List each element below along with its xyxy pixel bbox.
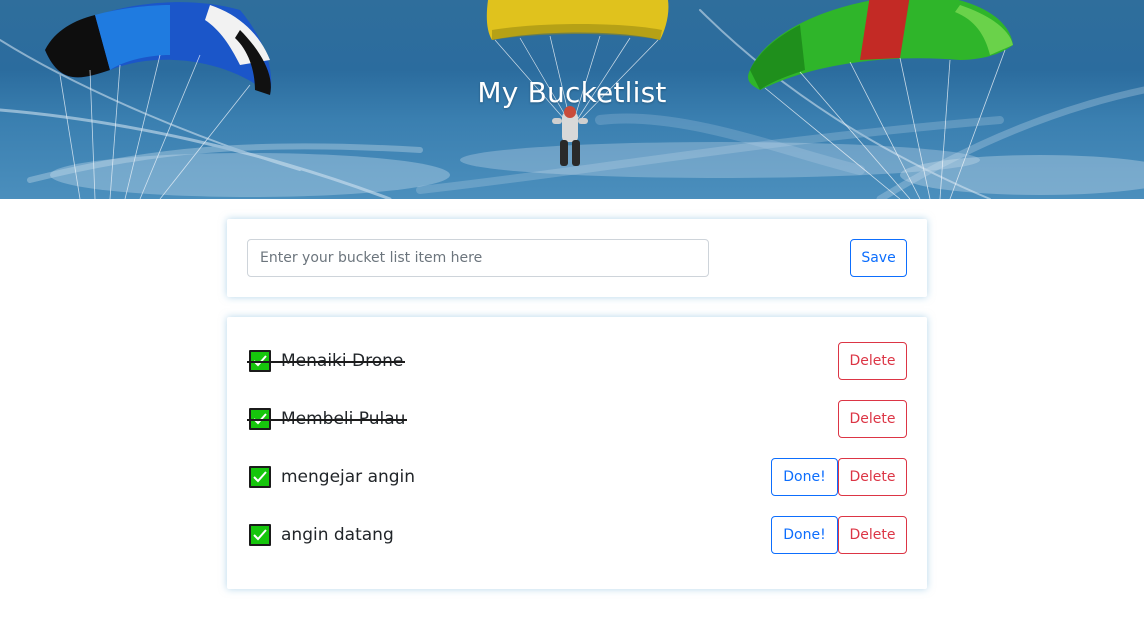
- done-button[interactable]: Done!: [771, 516, 838, 554]
- save-button[interactable]: Save: [850, 239, 907, 277]
- strikethrough-line: [247, 419, 407, 421]
- item-text: mengejar angin: [281, 467, 416, 487]
- bucket-item-input[interactable]: [247, 239, 709, 277]
- delete-button[interactable]: Delete: [838, 342, 907, 380]
- bucket-list-card: Menaiki Drone Delete Membeli Pulau Delet…: [227, 317, 927, 589]
- item-text: angin datang: [281, 525, 394, 545]
- list-item: angin datang Done! Delete: [227, 516, 927, 554]
- check-mark-icon: [253, 529, 267, 541]
- add-item-card: Save: [227, 219, 927, 297]
- list-item: Menaiki Drone Delete: [227, 342, 927, 380]
- delete-button[interactable]: Delete: [838, 516, 907, 554]
- list-item: Membeli Pulau Delete: [227, 400, 927, 438]
- checkbox[interactable]: [249, 524, 271, 546]
- check-mark-icon: [253, 471, 267, 483]
- checkbox[interactable]: [249, 466, 271, 488]
- strikethrough-line: [247, 361, 405, 363]
- hero-banner: My Bucketlist: [0, 0, 1144, 199]
- delete-button[interactable]: Delete: [838, 400, 907, 438]
- page-title: My Bucketlist: [477, 76, 667, 109]
- done-button[interactable]: Done!: [771, 458, 838, 496]
- delete-button[interactable]: Delete: [838, 458, 907, 496]
- list-item: mengejar angin Done! Delete: [227, 458, 927, 496]
